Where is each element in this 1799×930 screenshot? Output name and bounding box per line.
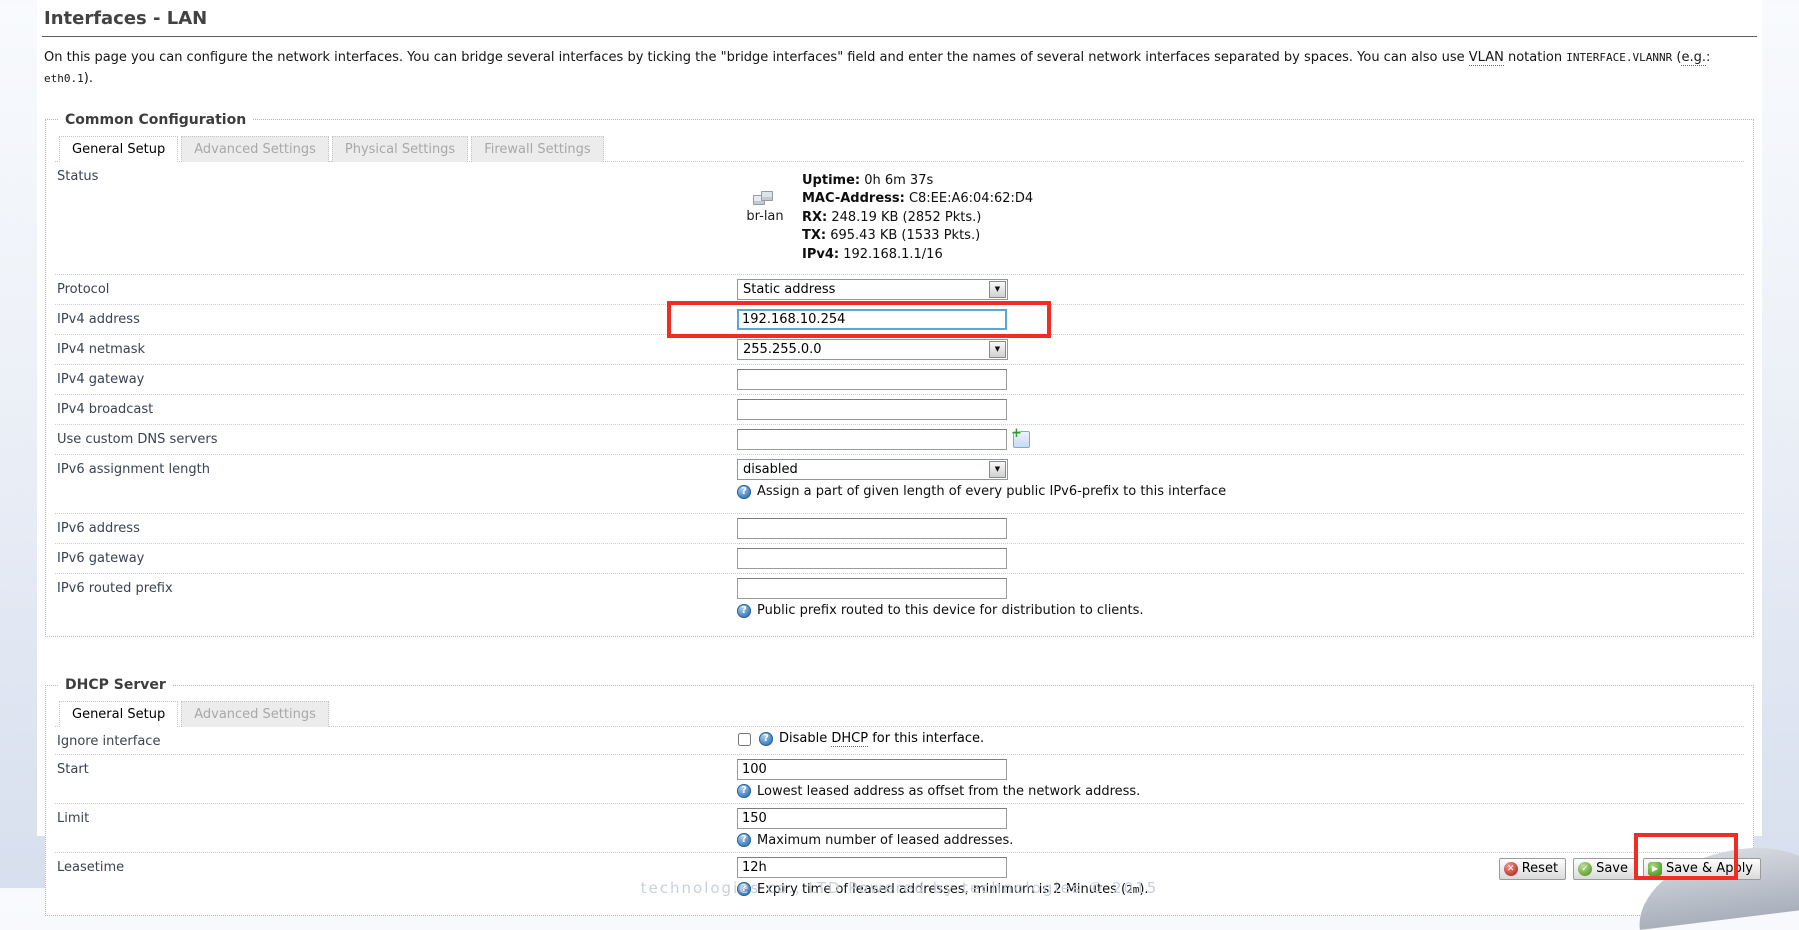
- ipv6-routed-prefix-label: IPv6 routed prefix: [57, 578, 737, 596]
- ipv4-netmask-select[interactable]: 255.255.0.0 ▼: [737, 339, 1008, 360]
- save-icon: ✓: [1578, 862, 1592, 876]
- tab-general-setup[interactable]: General Setup: [59, 136, 178, 162]
- ipv6-assignment-select[interactable]: disabled ▼: [737, 459, 1008, 480]
- ipv4-gateway-input[interactable]: [737, 369, 1007, 390]
- ipv6-gateway-label: IPv6 gateway: [57, 548, 737, 566]
- protocol-label: Protocol: [57, 279, 737, 297]
- ipv4-gateway-label: IPv4 gateway: [57, 369, 737, 387]
- reset-button[interactable]: ✕ Reset: [1499, 858, 1566, 880]
- help-icon: ?: [737, 604, 751, 618]
- dhcp-server-legend: DHCP Server: [59, 677, 172, 693]
- ipv4-address-row: IPv4 address: [55, 305, 1744, 335]
- form-actions: ✕ Reset ✓ Save ▶ Save & Apply: [1499, 858, 1761, 880]
- dhcp-limit-row: Limit ? Maximum number of leased address…: [55, 804, 1744, 853]
- ipv6-assignment-help: ? Assign a part of given length of every…: [737, 484, 1742, 499]
- ipv6-gateway-input[interactable]: [737, 548, 1007, 569]
- dhcp-start-input[interactable]: [737, 759, 1007, 780]
- eg-abbr: e.g.: [1681, 50, 1706, 66]
- ipv6-routed-prefix-row: IPv6 routed prefix ? Public prefix route…: [55, 574, 1744, 626]
- ipv4-broadcast-label: IPv4 broadcast: [57, 399, 737, 417]
- dhcp-tab-general-setup[interactable]: General Setup: [59, 701, 178, 727]
- status-details: Uptime: 0h 6m 37s MAC-Address: C8:EE:A6:…: [802, 172, 1033, 265]
- help-icon: ?: [737, 833, 751, 847]
- ignore-interface-help: Disable DHCP for this interface.: [779, 731, 984, 746]
- ipv4-gateway-row: IPv4 gateway: [55, 365, 1744, 395]
- custom-dns-label: Use custom DNS servers: [57, 429, 737, 447]
- ipv6-routed-prefix-input[interactable]: [737, 578, 1007, 599]
- tab-firewall-settings[interactable]: Firewall Settings: [471, 136, 603, 162]
- ipv4-broadcast-input[interactable]: [737, 399, 1007, 420]
- ipv4-netmask-label: IPv4 netmask: [57, 339, 737, 357]
- dropdown-arrow-icon[interactable]: ▼: [989, 461, 1006, 478]
- ipv6-assignment-row: IPv6 assignment length disabled ▼ ? Assi…: [55, 455, 1744, 514]
- status-mac: MAC-Address: C8:EE:A6:04:62:D4: [802, 190, 1033, 209]
- page-title: Interfaces - LAN: [42, 8, 1757, 37]
- dhcp-tab-advanced-settings[interactable]: Advanced Settings: [181, 701, 329, 727]
- ipv4-address-label: IPv4 address: [57, 309, 737, 327]
- ipv4-address-input[interactable]: [737, 309, 1007, 330]
- dropdown-arrow-icon[interactable]: ▼: [989, 281, 1006, 298]
- ignore-interface-checkbox[interactable]: [738, 733, 751, 746]
- main-content: Interfaces - LAN On this page you can co…: [37, 0, 1762, 836]
- common-config-tabs: General Setup Advanced Settings Physical…: [55, 132, 1744, 162]
- ipv6-address-label: IPv6 address: [57, 518, 737, 536]
- common-configuration-legend: Common Configuration: [59, 112, 252, 128]
- ipv4-netmask-row: IPv4 netmask 255.255.0.0 ▼: [55, 335, 1744, 365]
- common-configuration-section: Common Configuration General Setup Advan…: [45, 112, 1754, 638]
- ipv4-broadcast-row: IPv4 broadcast: [55, 395, 1744, 425]
- add-dns-icon[interactable]: +: [1013, 431, 1030, 448]
- ipv6-routed-prefix-help: ? Public prefix routed to this device fo…: [737, 603, 1742, 618]
- dhcp-limit-help: ? Maximum number of leased addresses.: [737, 833, 1742, 848]
- footer-text: technologies co., LTD Powered by technol…: [641, 879, 1159, 897]
- custom-dns-input[interactable]: [737, 429, 1007, 450]
- status-label: Status: [57, 166, 737, 184]
- dhcp-abbr: DHCP: [831, 731, 868, 747]
- help-icon: ?: [737, 784, 751, 798]
- dropdown-arrow-icon[interactable]: ▼: [989, 341, 1006, 358]
- status-ipv4: IPv4: 192.168.1.1/16: [802, 246, 1033, 265]
- status-row: Status br-lan Uptime: 0h 6m 37s MAC-Addr…: [55, 162, 1744, 276]
- dhcp-limit-input[interactable]: [737, 808, 1007, 829]
- save-button[interactable]: ✓ Save: [1573, 858, 1636, 880]
- reset-icon: ✕: [1504, 862, 1518, 876]
- ignore-interface-label: Ignore interface: [57, 731, 737, 749]
- tab-advanced-settings[interactable]: Advanced Settings: [181, 136, 329, 162]
- interface-badge: br-lan: [737, 172, 793, 265]
- dhcp-leasetime-label: Leasetime: [57, 857, 737, 875]
- custom-dns-row: Use custom DNS servers +: [55, 425, 1744, 455]
- dhcp-leasetime-input[interactable]: [737, 857, 1007, 878]
- protocol-row: Protocol Static address ▼: [55, 275, 1744, 305]
- status-rx: RX: 248.19 KB (2852 Pkts.): [802, 209, 1033, 228]
- dhcp-start-help: ? Lowest leased address as offset from t…: [737, 784, 1742, 799]
- ipv6-address-row: IPv6 address: [55, 514, 1744, 544]
- dhcp-limit-label: Limit: [57, 808, 737, 826]
- status-uptime: Uptime: 0h 6m 37s: [802, 172, 1033, 191]
- protocol-select[interactable]: Static address ▼: [737, 279, 1008, 300]
- vlan-abbr: VLAN: [1469, 50, 1504, 66]
- ipv6-address-input[interactable]: [737, 518, 1007, 539]
- status-tx: TX: 695.43 KB (1533 Pkts.): [802, 227, 1033, 246]
- ipv6-gateway-row: IPv6 gateway: [55, 544, 1744, 574]
- save-apply-icon: ▶: [1648, 862, 1662, 876]
- dhcp-start-label: Start: [57, 759, 737, 777]
- interfaces-lan-page: { "page": { "title": "Interfaces - LAN",…: [0, 0, 1799, 888]
- save-apply-button[interactable]: ▶ Save & Apply: [1643, 858, 1761, 880]
- interface-name: br-lan: [737, 209, 793, 224]
- tab-physical-settings[interactable]: Physical Settings: [332, 136, 468, 162]
- dhcp-start-row: Start ? Lowest leased address as offset …: [55, 755, 1744, 804]
- bridge-interface-icon: [753, 194, 777, 209]
- help-icon: ?: [759, 732, 773, 746]
- dhcp-tabs: General Setup Advanced Settings: [55, 697, 1744, 727]
- ignore-interface-row: Ignore interface ? Disable DHCP for this…: [55, 727, 1744, 755]
- help-icon: ?: [737, 485, 751, 499]
- ipv6-assignment-label: IPv6 assignment length: [57, 459, 737, 477]
- page-description: On this page you can configure the netwo…: [44, 47, 1757, 90]
